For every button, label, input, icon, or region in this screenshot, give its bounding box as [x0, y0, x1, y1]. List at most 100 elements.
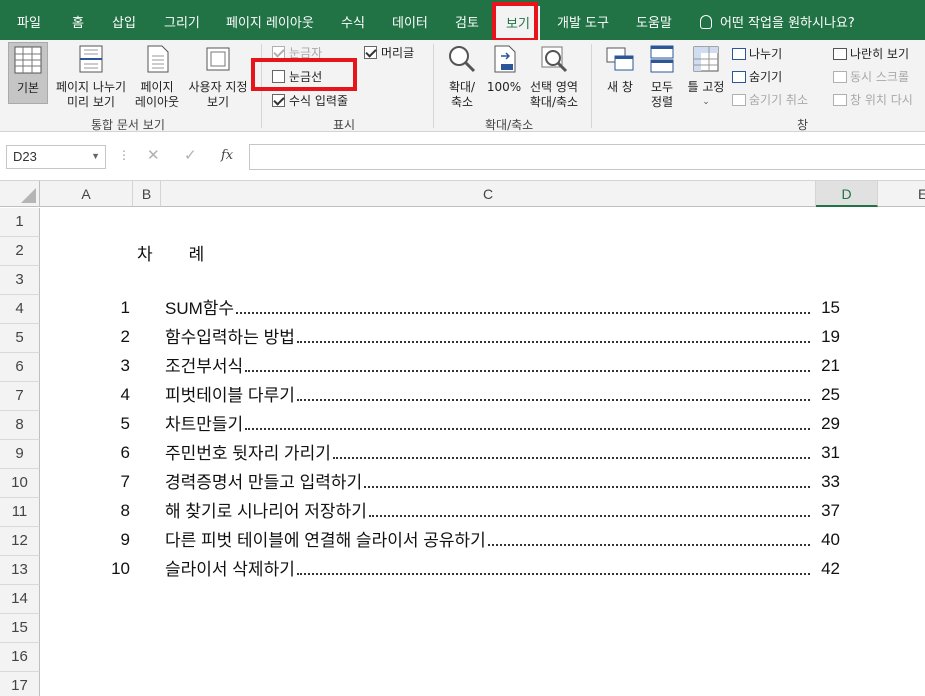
dot-leader [368, 515, 810, 517]
group-divider [261, 44, 262, 128]
row-header[interactable]: 1 [0, 208, 40, 237]
freeze-panes-label: 틀 고정 [687, 80, 725, 94]
tab-insert[interactable]: 삽입 [112, 12, 136, 31]
sync-scroll-button[interactable]: 동시 스크롤 [833, 68, 909, 85]
row-header[interactable]: 13 [0, 556, 40, 585]
cancel-entry-icon[interactable]: ✕ [147, 146, 160, 164]
row-header[interactable]: 14 [0, 585, 40, 614]
toc-entry: 주민번호 뒷자리 가리기 [165, 442, 810, 464]
tell-me-search[interactable]: 어떤 작업을 원하시나요? [700, 12, 855, 31]
toc-number: 2 [120, 327, 130, 346]
freeze-panes-button[interactable]: 틀 고정 ⌄ [684, 42, 728, 110]
row-header[interactable]: 15 [0, 614, 40, 643]
tab-page-layout[interactable]: 페이지 레이아웃 [226, 12, 314, 31]
group-divider [591, 44, 592, 128]
column-header-a[interactable]: A [40, 181, 133, 207]
toc-page-number: 33 [821, 472, 840, 491]
freeze-panes-icon [693, 46, 719, 72]
toc-page-number: 29 [821, 414, 840, 433]
name-box-value: D23 [13, 149, 37, 164]
row-header[interactable]: 7 [0, 382, 40, 411]
row-header[interactable]: 12 [0, 527, 40, 556]
toc-page-number: 31 [821, 443, 840, 462]
toc-entry: 경력증명서 만들고 입력하기 [165, 471, 810, 493]
row-header[interactable]: 5 [0, 324, 40, 353]
toc-entry-title: 해 찾기로 시나리어 저장하기 [165, 502, 367, 521]
formula-bar: D23 ▼ ⋮ ✕ ✓ fx [0, 133, 925, 181]
gridlines-check-icon [272, 70, 285, 83]
arrange-all-label-1: 모두 [650, 80, 674, 94]
zoom-100-button[interactable]: 100% [486, 42, 522, 95]
new-window-button[interactable]: 새 창 [600, 42, 640, 95]
tab-data[interactable]: 데이터 [392, 12, 428, 31]
toc-number: 10 [111, 559, 130, 578]
reset-window-position-button[interactable]: 창 위치 다시 [833, 91, 913, 108]
column-header-e[interactable]: E [878, 181, 925, 207]
arrange-all-button[interactable]: 모두 정렬 [644, 42, 680, 110]
row-header[interactable]: 2 [0, 237, 40, 266]
toc-entry-title: 함수입력하는 방법 [165, 328, 295, 347]
page-break-label-2: 미리 보기 [67, 95, 115, 109]
toc-page-number: 40 [821, 530, 840, 549]
column-header-c[interactable]: C [161, 181, 816, 207]
column-header-b[interactable]: B [133, 181, 161, 207]
tab-review[interactable]: 검토 [455, 12, 479, 31]
ruler-checkbox[interactable]: 눈금자 [272, 44, 322, 61]
unhide-button[interactable]: 숨기기 취소 [732, 91, 808, 108]
tab-view[interactable]: 보기 [496, 6, 540, 40]
toc-entry: 피벗테이블 다루기 [165, 384, 810, 406]
row-header[interactable]: 9 [0, 440, 40, 469]
name-box-dropdown-icon[interactable]: ▼ [91, 151, 100, 161]
insert-function-icon[interactable]: fx [221, 148, 233, 163]
unhide-icon [732, 94, 746, 106]
formula-input[interactable] [249, 144, 925, 170]
headings-checkbox[interactable]: 머리글 [364, 44, 414, 61]
toc-entry: 함수입력하는 방법 [165, 326, 810, 348]
zoom-selection-button[interactable]: 선택 영역 확대/축소 [526, 42, 582, 110]
hide-button[interactable]: 숨기기 [732, 68, 782, 85]
dot-leader [245, 428, 810, 430]
toc-entry: 슬라이서 삭제하기 [165, 558, 810, 580]
custom-views-button[interactable]: 사용자 지정 보기 [184, 42, 252, 110]
split-button[interactable]: 나누기 [732, 45, 782, 62]
side-by-side-label: 나란히 보기 [850, 47, 910, 61]
tab-help[interactable]: 도움말 [636, 12, 672, 31]
view-side-by-side-button[interactable]: 나란히 보기 [833, 45, 909, 62]
select-all-corner[interactable] [0, 181, 40, 207]
window-group-label: 창 [797, 118, 809, 132]
custom-views-label-2: 보기 [206, 95, 230, 109]
toc-page-number: 15 [821, 298, 840, 317]
tab-file[interactable]: 파일 [17, 12, 41, 31]
row-header[interactable]: 16 [0, 643, 40, 672]
tab-formulas[interactable]: 수식 [341, 12, 365, 31]
row-header[interactable]: 8 [0, 411, 40, 440]
normal-view-button[interactable]: 기본 [8, 42, 48, 104]
tab-draw[interactable]: 그리기 [164, 12, 200, 31]
row-header[interactable]: 11 [0, 498, 40, 527]
row-header[interactable]: 6 [0, 353, 40, 382]
gridlines-checkbox[interactable]: 눈금선 [272, 68, 322, 85]
ruler-check-icon [272, 46, 285, 59]
dot-leader [332, 457, 810, 459]
dot-leader [296, 399, 810, 401]
zoom-label-1: 확대/ [448, 80, 476, 94]
ruler-label: 눈금자 [289, 46, 323, 60]
row-header[interactable]: 4 [0, 295, 40, 324]
page-layout-view-button[interactable]: 페이지 레이아웃 [134, 42, 180, 110]
dot-leader [296, 341, 810, 343]
zoom-button[interactable]: 확대/ 축소 [442, 42, 482, 110]
confirm-entry-icon[interactable]: ✓ [184, 146, 197, 164]
row-header[interactable]: 3 [0, 266, 40, 295]
formula-bar-checkbox[interactable]: 수식 입력줄 [272, 92, 348, 109]
dot-leader [236, 312, 810, 314]
page-break-preview-button[interactable]: 페이지 나누기 미리 보기 [52, 42, 130, 110]
tab-developer[interactable]: 개발 도구 [557, 12, 609, 31]
reset-position-icon [833, 94, 847, 106]
row-header[interactable]: 17 [0, 672, 40, 696]
row-header[interactable]: 10 [0, 469, 40, 498]
name-box[interactable]: D23 ▼ [6, 145, 106, 169]
zoom-label-2: 축소 [450, 95, 474, 109]
ribbon: 기본 페이지 나누기 미리 보기 페이지 레이아웃 사용자 지정 보기 통합 문… [0, 40, 925, 132]
column-header-d[interactable]: D [816, 181, 878, 207]
tab-home[interactable]: 홈 [72, 12, 84, 31]
